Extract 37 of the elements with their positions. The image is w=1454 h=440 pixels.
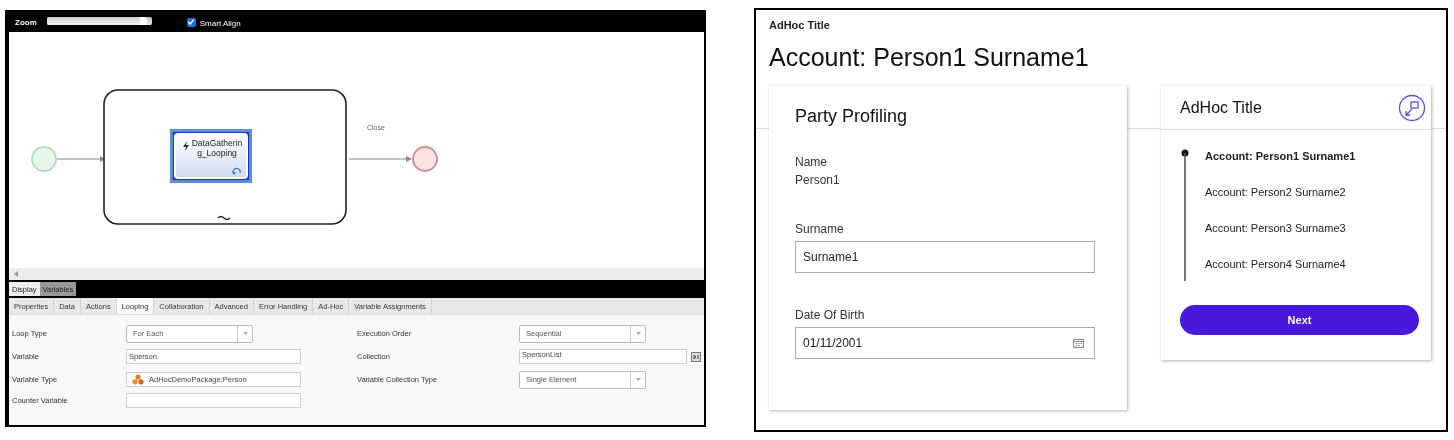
smart-align-label: Smart Align [199, 19, 241, 28]
horizontal-scrollbar[interactable] [9, 268, 704, 280]
next-button[interactable]: Next [1180, 305, 1419, 335]
scroll-left-icon[interactable] [14, 271, 18, 277]
page-header: AdHoc Title [769, 19, 831, 31]
page-title: Account: Person1 Surname1 [769, 43, 1090, 72]
start-event[interactable] [31, 146, 57, 172]
step-item[interactable]: Account: Person4 Surname4 [1205, 257, 1356, 272]
sequence-arrow [56, 156, 105, 162]
input-field[interactable]: Surname1 [795, 241, 1095, 273]
input-field[interactable] [126, 393, 301, 408]
field-label: Name [795, 155, 828, 169]
package-icon [132, 374, 144, 385]
caret-icon [635, 378, 641, 381]
loop-icon [232, 167, 242, 175]
field-value: Person1 [795, 173, 841, 187]
lightning-icon [183, 141, 189, 151]
step-item[interactable]: Account: Person3 Surname3 [1205, 221, 1356, 236]
pop-out-icon[interactable] [1398, 93, 1426, 122]
step-item[interactable]: Account: Person2 Surname2 [1205, 185, 1356, 200]
input-field[interactable]: 01/11/2001 [795, 327, 1095, 359]
end-event[interactable] [412, 146, 438, 172]
calendar-icon[interactable] [1073, 338, 1084, 348]
step-item[interactable]: Account: Person1 Surname1 [1205, 149, 1356, 164]
caret-icon [242, 332, 248, 335]
browse-icon[interactable] [691, 351, 701, 362]
task-label: DataGathering_Looping [191, 138, 243, 158]
smart-align-checkbox[interactable] [186, 17, 196, 27]
field-label: Date Of Birth [795, 308, 866, 322]
card-title: AdHoc Title [1180, 98, 1262, 117]
caret-icon [635, 332, 641, 335]
loop-marker-icon [217, 215, 231, 221]
card-title: Party Profiling [795, 106, 909, 127]
sequence-arrow [348, 156, 412, 162]
field-label: Surname [795, 222, 845, 236]
zoom-label: Zoom [15, 17, 37, 27]
task-node[interactable]: DataGathering_Looping [170, 129, 252, 183]
